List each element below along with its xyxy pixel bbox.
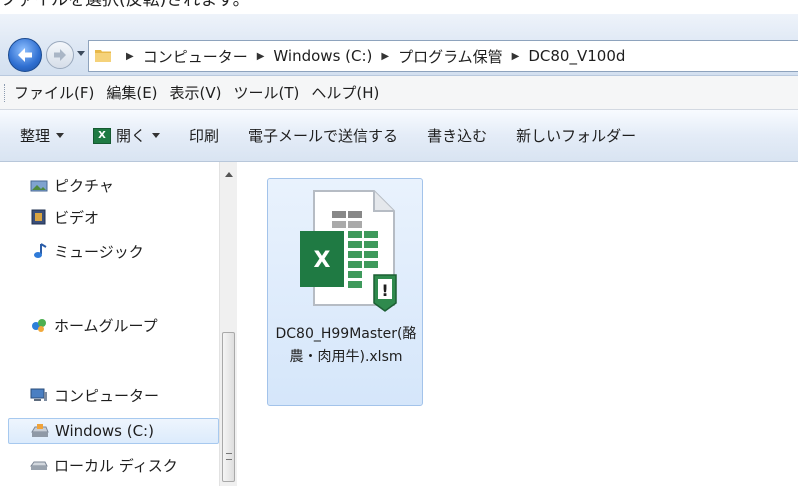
menu-tools[interactable]: ツール(T): [234, 82, 300, 103]
open-button[interactable]: X 開く: [93, 125, 161, 146]
nav-label-videos: ビデオ: [54, 208, 100, 227]
menu-grip: [4, 84, 6, 102]
grip-icon: [226, 453, 232, 460]
navigation-pane: ピクチャ ビデオ ミュージック ホームグループ コンピューター Windows …: [0, 162, 246, 486]
music-icon: [34, 243, 47, 258]
nav-item-videos[interactable]: ビデオ: [30, 204, 99, 230]
organize-button[interactable]: 整理: [20, 125, 65, 146]
excel-macro-file-icon: X !: [300, 190, 397, 312]
drive-icon: [30, 461, 48, 470]
chevron-right-icon[interactable]: ▶: [126, 51, 134, 62]
nav-item-windows-c[interactable]: Windows (C:): [8, 418, 219, 444]
open-label: 開く: [116, 127, 147, 145]
nav-label-windows-c: Windows (C:): [55, 422, 154, 440]
excel-x-letter: X: [314, 248, 331, 273]
organize-label: 整理: [20, 127, 51, 145]
address-row: ▶ コンピューター ▶ Windows (C:) ▶ プログラム保管 ▶ DC8…: [0, 14, 798, 76]
nav-item-music[interactable]: ミュージック: [30, 238, 144, 264]
nav-item-homegroup[interactable]: ホームグループ: [30, 312, 158, 338]
recent-pages-dropdown[interactable]: [77, 51, 85, 56]
nav-label-pictures: ピクチャ: [54, 176, 114, 195]
breadcrumb[interactable]: ▶ コンピューター ▶ Windows (C:) ▶ プログラム保管 ▶ DC8…: [88, 40, 798, 72]
nav-item-local-disk[interactable]: ローカル ディスク: [30, 452, 178, 478]
menu-file[interactable]: ファイル(F): [14, 82, 94, 103]
homegroup-icon: [32, 319, 46, 332]
file-item-selected[interactable]: X ! DC80_H99Master(酪農・肉用牛).xlsm: [267, 178, 423, 406]
nav-item-pictures[interactable]: ピクチャ: [30, 172, 114, 198]
file-name-label: DC80_H99Master(酪農・肉用牛).xlsm: [275, 326, 417, 365]
chevron-down-icon: [152, 133, 161, 138]
crumb-program-storage[interactable]: プログラム保管: [398, 46, 503, 67]
print-button[interactable]: 印刷: [189, 125, 219, 146]
computer-icon: [30, 388, 47, 401]
folder-icon: [95, 50, 111, 62]
nav-label-music: ミュージック: [54, 242, 144, 261]
new-folder-button[interactable]: 新しいフォルダー: [516, 125, 636, 146]
nav-label-computer: コンピューター: [54, 386, 160, 405]
nav-scrollbar[interactable]: [219, 162, 237, 486]
email-button[interactable]: 電子メールで送信する: [248, 125, 398, 146]
crumb-windows-c[interactable]: Windows (C:): [273, 47, 372, 65]
arrow-left-icon: [18, 48, 32, 62]
drive-icon: [31, 424, 49, 437]
menu-edit[interactable]: 編集(E): [106, 82, 157, 103]
scroll-thumb[interactable]: [222, 332, 235, 482]
crumb-computer[interactable]: コンピューター: [143, 46, 248, 67]
pictures-icon: [30, 180, 48, 192]
menu-help[interactable]: ヘルプ(H): [311, 82, 379, 103]
arrow-right-icon: [54, 49, 66, 61]
chevron-right-icon[interactable]: ▶: [381, 51, 389, 62]
nav-item-computer[interactable]: コンピューター: [30, 382, 159, 408]
chevron-down-icon: [56, 133, 65, 138]
videos-icon: [31, 209, 46, 225]
back-button[interactable]: [8, 38, 42, 72]
crumb-dc80-folder[interactable]: DC80_V100d: [528, 47, 625, 65]
command-bar: 整理 X 開く 印刷 電子メールで送信する 書き込む 新しいフォルダー: [0, 110, 798, 162]
excel-icon: X: [93, 127, 112, 144]
chevron-right-icon[interactable]: ▶: [257, 51, 265, 62]
nav-label-homegroup: ホームグループ: [54, 316, 158, 335]
forward-button[interactable]: [46, 41, 74, 69]
instruction-caption: ファイルを選択(反転)されます。: [0, 0, 250, 10]
nav-label-local-disk: ローカル ディスク: [54, 456, 178, 475]
menu-bar: ファイル(F) 編集(E) 表示(V) ツール(T) ヘルプ(H): [0, 76, 798, 110]
menu-view[interactable]: 表示(V): [170, 82, 222, 103]
burn-button[interactable]: 書き込む: [427, 125, 487, 146]
file-list-area: X ! DC80_H99Master(酪農・肉用牛).xlsm: [238, 162, 798, 486]
chevron-right-icon[interactable]: ▶: [512, 51, 520, 62]
macro-warning-mark: !: [381, 281, 388, 300]
scroll-up-arrow-icon[interactable]: [225, 172, 233, 177]
